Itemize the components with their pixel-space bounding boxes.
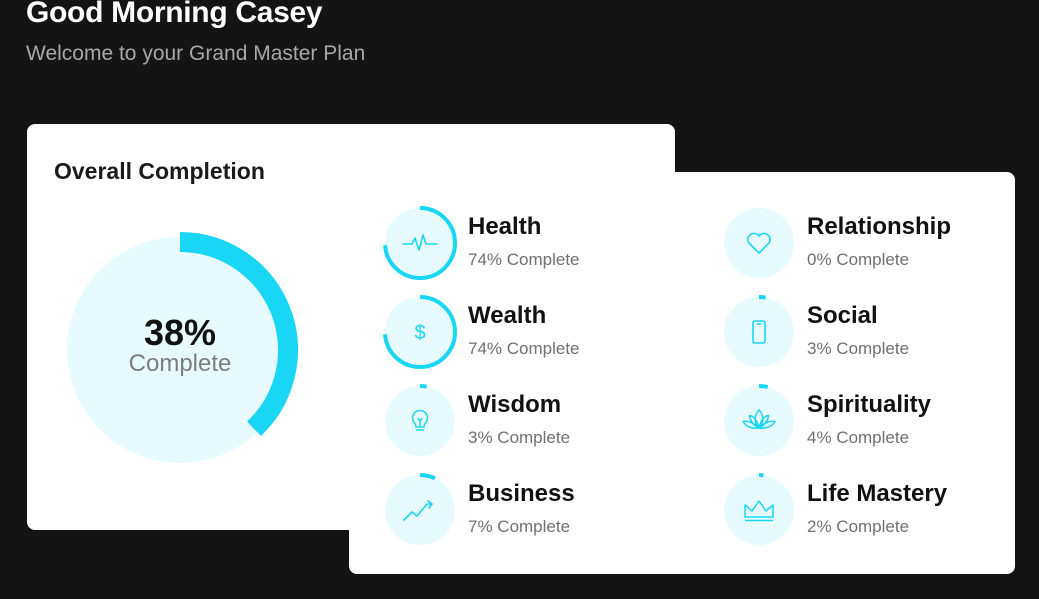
overall-complete-label: Complete	[128, 350, 232, 377]
greeting-title: Good Morning Casey	[26, 0, 323, 29]
category-status: 3% Complete	[468, 428, 571, 447]
category-name: Social	[807, 302, 878, 329]
welcome-subtitle: Welcome to your Grand Master Plan	[26, 42, 366, 65]
category-progress-ring	[721, 205, 797, 281]
category-progress-ring	[382, 383, 458, 459]
category-name: Health	[468, 213, 542, 240]
category-spirituality[interactable]: Spirituality 4% Complete	[721, 383, 1021, 463]
category-progress-ring	[382, 472, 458, 548]
category-status: 4% Complete	[807, 428, 910, 447]
category-status: 7% Complete	[468, 517, 571, 536]
category-name: Wealth	[468, 302, 547, 329]
category-status: 3% Complete	[807, 339, 910, 358]
category-status: 74% Complete	[468, 339, 580, 358]
category-name: Wisdom	[468, 391, 562, 418]
category-name: Relationship	[807, 213, 952, 240]
overall-progress-donut: 38% Complete	[60, 230, 300, 470]
category-status: 2% Complete	[807, 517, 910, 536]
category-wealth[interactable]: $ Wealth 74% Complete	[382, 294, 682, 374]
dollar-icon: $	[414, 322, 425, 344]
category-name: Life Mastery	[807, 480, 948, 507]
category-name: Spirituality	[807, 391, 932, 418]
category-progress-ring	[721, 383, 797, 459]
category-status: 0% Complete	[807, 250, 910, 269]
category-progress-ring	[721, 294, 797, 370]
svg-text:$: $	[414, 322, 425, 344]
category-name: Business	[468, 480, 575, 507]
category-life-mastery[interactable]: Life Mastery 2% Complete	[721, 472, 1021, 552]
category-wisdom[interactable]: Wisdom 3% Complete	[382, 383, 682, 463]
overall-completion-title: Overall Completion	[54, 158, 265, 184]
category-progress-ring	[721, 472, 797, 548]
category-health[interactable]: Health 74% Complete	[382, 205, 682, 285]
category-relationship[interactable]: Relationship 0% Complete	[721, 205, 1021, 285]
category-progress-ring: $	[382, 294, 458, 370]
category-status: 74% Complete	[468, 250, 580, 269]
category-business[interactable]: Business 7% Complete	[382, 472, 682, 552]
category-social[interactable]: Social 3% Complete	[721, 294, 1021, 374]
category-progress-ring	[382, 205, 458, 281]
categories-card: Health 74% Complete Relationship 0% Comp…	[349, 172, 1015, 574]
overall-percent: 38%	[143, 312, 217, 353]
